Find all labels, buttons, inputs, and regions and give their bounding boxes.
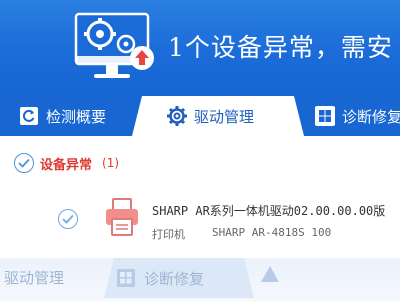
tab-diagnose-label: 诊断修复 [342, 107, 400, 126]
refresh-doc-icon [20, 107, 38, 125]
gear-icon [166, 105, 188, 127]
check-icon [18, 158, 30, 168]
device-type: 打印机 [152, 228, 185, 241]
tab-overview[interactable]: 检测概要 [18, 96, 106, 136]
section-checkbox[interactable] [14, 153, 34, 173]
device-model: SHARP AR-4818S 100 [212, 226, 332, 239]
device-name: SHARP AR系列一体机驱动02.00.00.00版 [152, 204, 386, 218]
tab-diagnose-repair[interactable]: 诊断修复 [314, 96, 400, 136]
tab-driver-label: 驱动管理 [194, 107, 255, 126]
warning-triangle-icon [261, 266, 279, 282]
monitor-gear-update-icon [74, 12, 154, 78]
abnormal-devices-section[interactable]: 设备异常 (1) [14, 150, 119, 176]
check-icon [62, 214, 74, 224]
section-title: 设备异常 [40, 157, 93, 173]
ghost-tab-diagnose: 诊断修复 [104, 258, 254, 298]
tab-driver-management[interactable]: 驱动管理 [132, 96, 304, 136]
tab-overview-label: 检测概要 [46, 107, 107, 126]
windows-icon [315, 106, 335, 126]
windows-icon [116, 268, 136, 288]
printer-icon [106, 198, 138, 236]
tab-bar: 检测概要 驱动管理 诊断修复 [0, 96, 400, 136]
ghost-tab-diagnose-label: 诊断修复 [144, 269, 205, 288]
section-count: (1) [102, 156, 120, 170]
ghost-tab-driver-label: 驱动管理 [4, 268, 65, 287]
device-checkbox[interactable] [58, 209, 78, 229]
header-title: 1个设备异常，需安 [168, 33, 393, 62]
header-banner: 1个设备异常，需安 [0, 0, 400, 96]
